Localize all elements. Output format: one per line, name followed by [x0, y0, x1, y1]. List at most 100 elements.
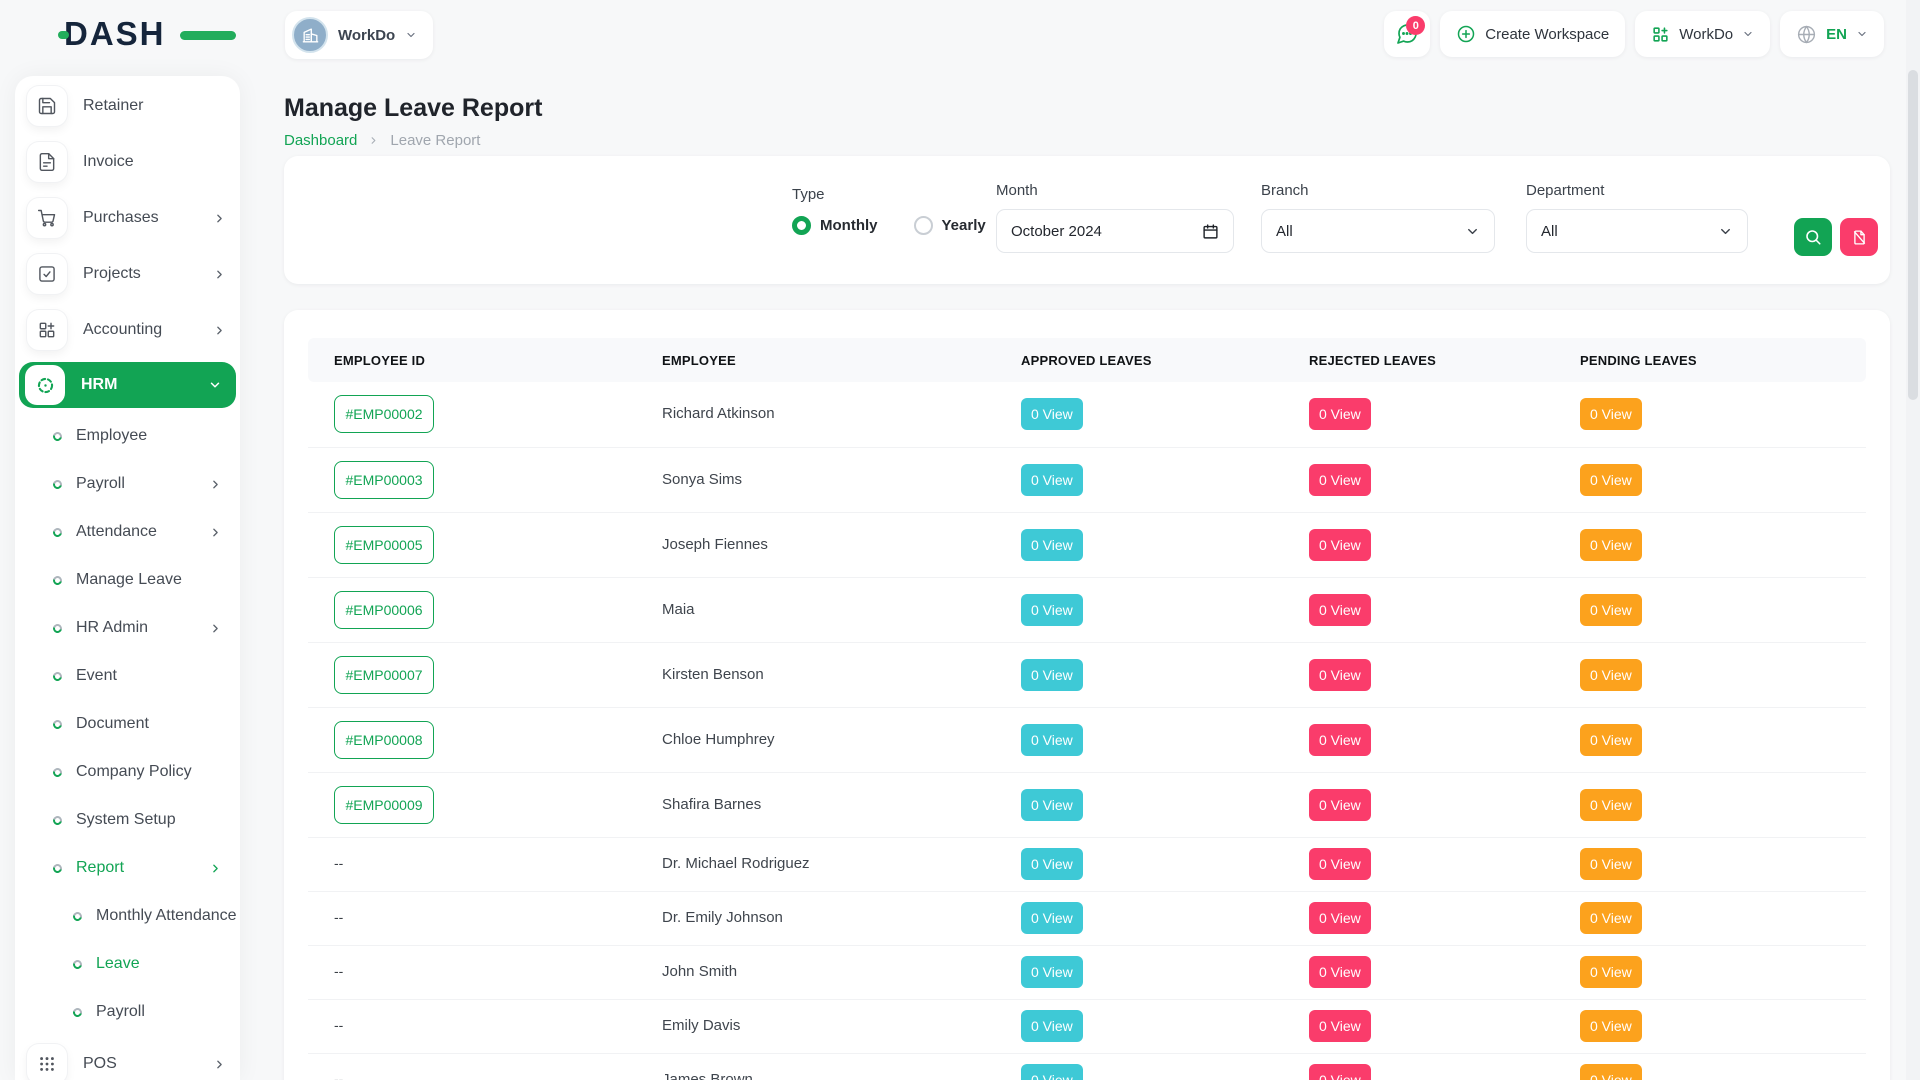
pending-leaves-view-button[interactable]: 0 View: [1580, 1064, 1642, 1080]
employee-id-button[interactable]: #EMP00009: [334, 786, 434, 824]
sidebar-subitem-system-setup[interactable]: System Setup: [15, 796, 240, 844]
pending-leaves-view-button[interactable]: 0 View: [1580, 398, 1642, 430]
sidebar-subitem-event[interactable]: Event: [15, 652, 240, 700]
sidebar-item-label: Payroll: [96, 1003, 222, 1021]
building-icon: [301, 26, 320, 45]
approved-leaves-view-button[interactable]: 0 View: [1021, 529, 1083, 561]
sidebar-item-hrm[interactable]: HRM: [19, 362, 236, 408]
approved-leaves-view-button[interactable]: 0 View: [1021, 1010, 1083, 1042]
employee-id-button[interactable]: #EMP00006: [334, 591, 434, 629]
approved-leaves-view-button[interactable]: 0 View: [1021, 902, 1083, 934]
employee-name: Dr. Michael Rodriguez: [662, 855, 810, 872]
approved-leaves-view-button[interactable]: 0 View: [1021, 398, 1083, 430]
pending-leaves-view-button[interactable]: 0 View: [1580, 789, 1642, 821]
pending-leaves-view-button[interactable]: 0 View: [1580, 848, 1642, 880]
breadcrumb: Dashboard Leave Report: [284, 132, 480, 149]
rejected-leaves-view-button[interactable]: 0 View: [1309, 594, 1371, 626]
chevron-right-icon: [209, 478, 222, 491]
pending-leaves-view-button[interactable]: 0 View: [1580, 464, 1642, 496]
sidebar-subitem-document[interactable]: Document: [15, 700, 240, 748]
pending-leaves-view-button[interactable]: 0 View: [1580, 529, 1642, 561]
bullet-icon: [71, 910, 83, 922]
rejected-leaves-view-button[interactable]: 0 View: [1309, 1064, 1371, 1080]
rejected-leaves-view-button[interactable]: 0 View: [1309, 789, 1371, 821]
sidebar-item-label: Company Policy: [76, 763, 222, 781]
rejected-leaves-view-button[interactable]: 0 View: [1309, 529, 1371, 561]
sidebar-item-retainer[interactable]: Retainer: [15, 78, 240, 134]
bullet-icon: [71, 958, 83, 970]
approved-leaves-view-button[interactable]: 0 View: [1021, 956, 1083, 988]
pending-leaves-view-button[interactable]: 0 View: [1580, 659, 1642, 691]
pending-leaves-view-button[interactable]: 0 View: [1580, 902, 1642, 934]
pending-leaves-view-button[interactable]: 0 View: [1580, 956, 1642, 988]
approved-leaves-view-button[interactable]: 0 View: [1021, 724, 1083, 756]
rejected-leaves-view-button[interactable]: 0 View: [1309, 902, 1371, 934]
rejected-leaves-view-button[interactable]: 0 View: [1309, 956, 1371, 988]
employee-id-button[interactable]: #EMP00002: [334, 395, 434, 433]
rejected-leaves-view-button[interactable]: 0 View: [1309, 659, 1371, 691]
plus-circle-icon: [1456, 24, 1476, 44]
pending-leaves-view-button[interactable]: 0 View: [1580, 724, 1642, 756]
employee-id-empty: --: [334, 963, 343, 979]
approved-leaves-view-button[interactable]: 0 View: [1021, 1064, 1083, 1080]
sidebar-item-invoice[interactable]: Invoice: [15, 134, 240, 190]
sidebar-item-purchases[interactable]: Purchases: [15, 190, 240, 246]
department-select[interactable]: All: [1526, 209, 1748, 253]
rejected-leaves-view-button[interactable]: 0 View: [1309, 1010, 1371, 1042]
sidebar-subitem-monthly-attendance[interactable]: Monthly Attendance: [15, 892, 240, 940]
sidebar-subitem-manage-leave[interactable]: Manage Leave: [15, 556, 240, 604]
search-button[interactable]: [1794, 218, 1832, 256]
approved-leaves-view-button[interactable]: 0 View: [1021, 848, 1083, 880]
app-switcher-button[interactable]: WorkDo: [1635, 11, 1770, 57]
messages-button[interactable]: 0: [1384, 11, 1430, 57]
sidebar-subitem-payroll[interactable]: Payroll: [15, 988, 240, 1036]
language-selector[interactable]: EN: [1780, 11, 1884, 57]
sidebar-subitem-leave[interactable]: Leave: [15, 940, 240, 988]
scrollbar-thumb[interactable]: [1908, 70, 1918, 400]
sidebar-subitem-attendance[interactable]: Attendance: [15, 508, 240, 556]
employee-id-button[interactable]: #EMP00008: [334, 721, 434, 759]
sidebar-subitem-company-policy[interactable]: Company Policy: [15, 748, 240, 796]
pending-leaves-view-button[interactable]: 0 View: [1580, 594, 1642, 626]
file-icon: [27, 142, 67, 182]
language-code: EN: [1826, 26, 1847, 43]
employee-id-button[interactable]: #EMP00005: [334, 526, 434, 564]
employee-id-button[interactable]: #EMP00007: [334, 656, 434, 694]
sidebar-subitem-hr-admin[interactable]: HR Admin: [15, 604, 240, 652]
table-row: --James Brown0 View0 View0 View: [308, 1053, 1866, 1080]
column-header: REJECTED LEAVES: [1283, 338, 1554, 382]
sidebar-subitem-report[interactable]: Report: [15, 844, 240, 892]
approved-leaves-view-button[interactable]: 0 View: [1021, 464, 1083, 496]
rejected-leaves-view-button[interactable]: 0 View: [1309, 724, 1371, 756]
reset-filter-button[interactable]: [1840, 218, 1878, 256]
rejected-leaves-view-button[interactable]: 0 View: [1309, 848, 1371, 880]
workspace-selector[interactable]: WorkDo: [285, 11, 433, 59]
sidebar-item-label: Report: [76, 859, 209, 877]
table-row: #EMP00005Joseph Fiennes0 View0 View0 Vie…: [308, 512, 1866, 577]
month-input[interactable]: October 2024: [996, 209, 1234, 253]
approved-leaves-view-button[interactable]: 0 View: [1021, 594, 1083, 626]
column-header: EMPLOYEE ID: [308, 338, 636, 382]
sidebar-subitem-employee[interactable]: Employee: [15, 412, 240, 460]
employee-id-button[interactable]: #EMP00003: [334, 461, 434, 499]
sidebar-subitem-payroll[interactable]: Payroll: [15, 460, 240, 508]
breadcrumb-dashboard-link[interactable]: Dashboard: [284, 132, 357, 149]
approved-leaves-view-button[interactable]: 0 View: [1021, 659, 1083, 691]
leave-report-table-card: EMPLOYEE IDEMPLOYEEAPPROVED LEAVESREJECT…: [284, 310, 1890, 1080]
sidebar-item-pos[interactable]: POS: [15, 1036, 240, 1080]
rejected-leaves-view-button[interactable]: 0 View: [1309, 398, 1371, 430]
logo-accent-dot: [58, 31, 69, 39]
rejected-leaves-view-button[interactable]: 0 View: [1309, 464, 1371, 496]
leave-report-table: EMPLOYEE IDEMPLOYEEAPPROVED LEAVESREJECT…: [308, 338, 1866, 1080]
type-radio-yearly[interactable]: Yearly: [914, 216, 986, 235]
pending-leaves-view-button[interactable]: 0 View: [1580, 1010, 1642, 1042]
scrollbar[interactable]: [1906, 0, 1920, 1080]
type-radio-monthly[interactable]: Monthly: [792, 216, 878, 235]
create-workspace-button[interactable]: Create Workspace: [1440, 11, 1625, 57]
logo-accent-bar: [180, 31, 236, 40]
sidebar-item-projects[interactable]: Projects: [15, 246, 240, 302]
approved-leaves-view-button[interactable]: 0 View: [1021, 789, 1083, 821]
sidebar-item-label: HR Admin: [76, 619, 209, 637]
sidebar-item-accounting[interactable]: Accounting: [15, 302, 240, 358]
branch-select[interactable]: All: [1261, 209, 1495, 253]
